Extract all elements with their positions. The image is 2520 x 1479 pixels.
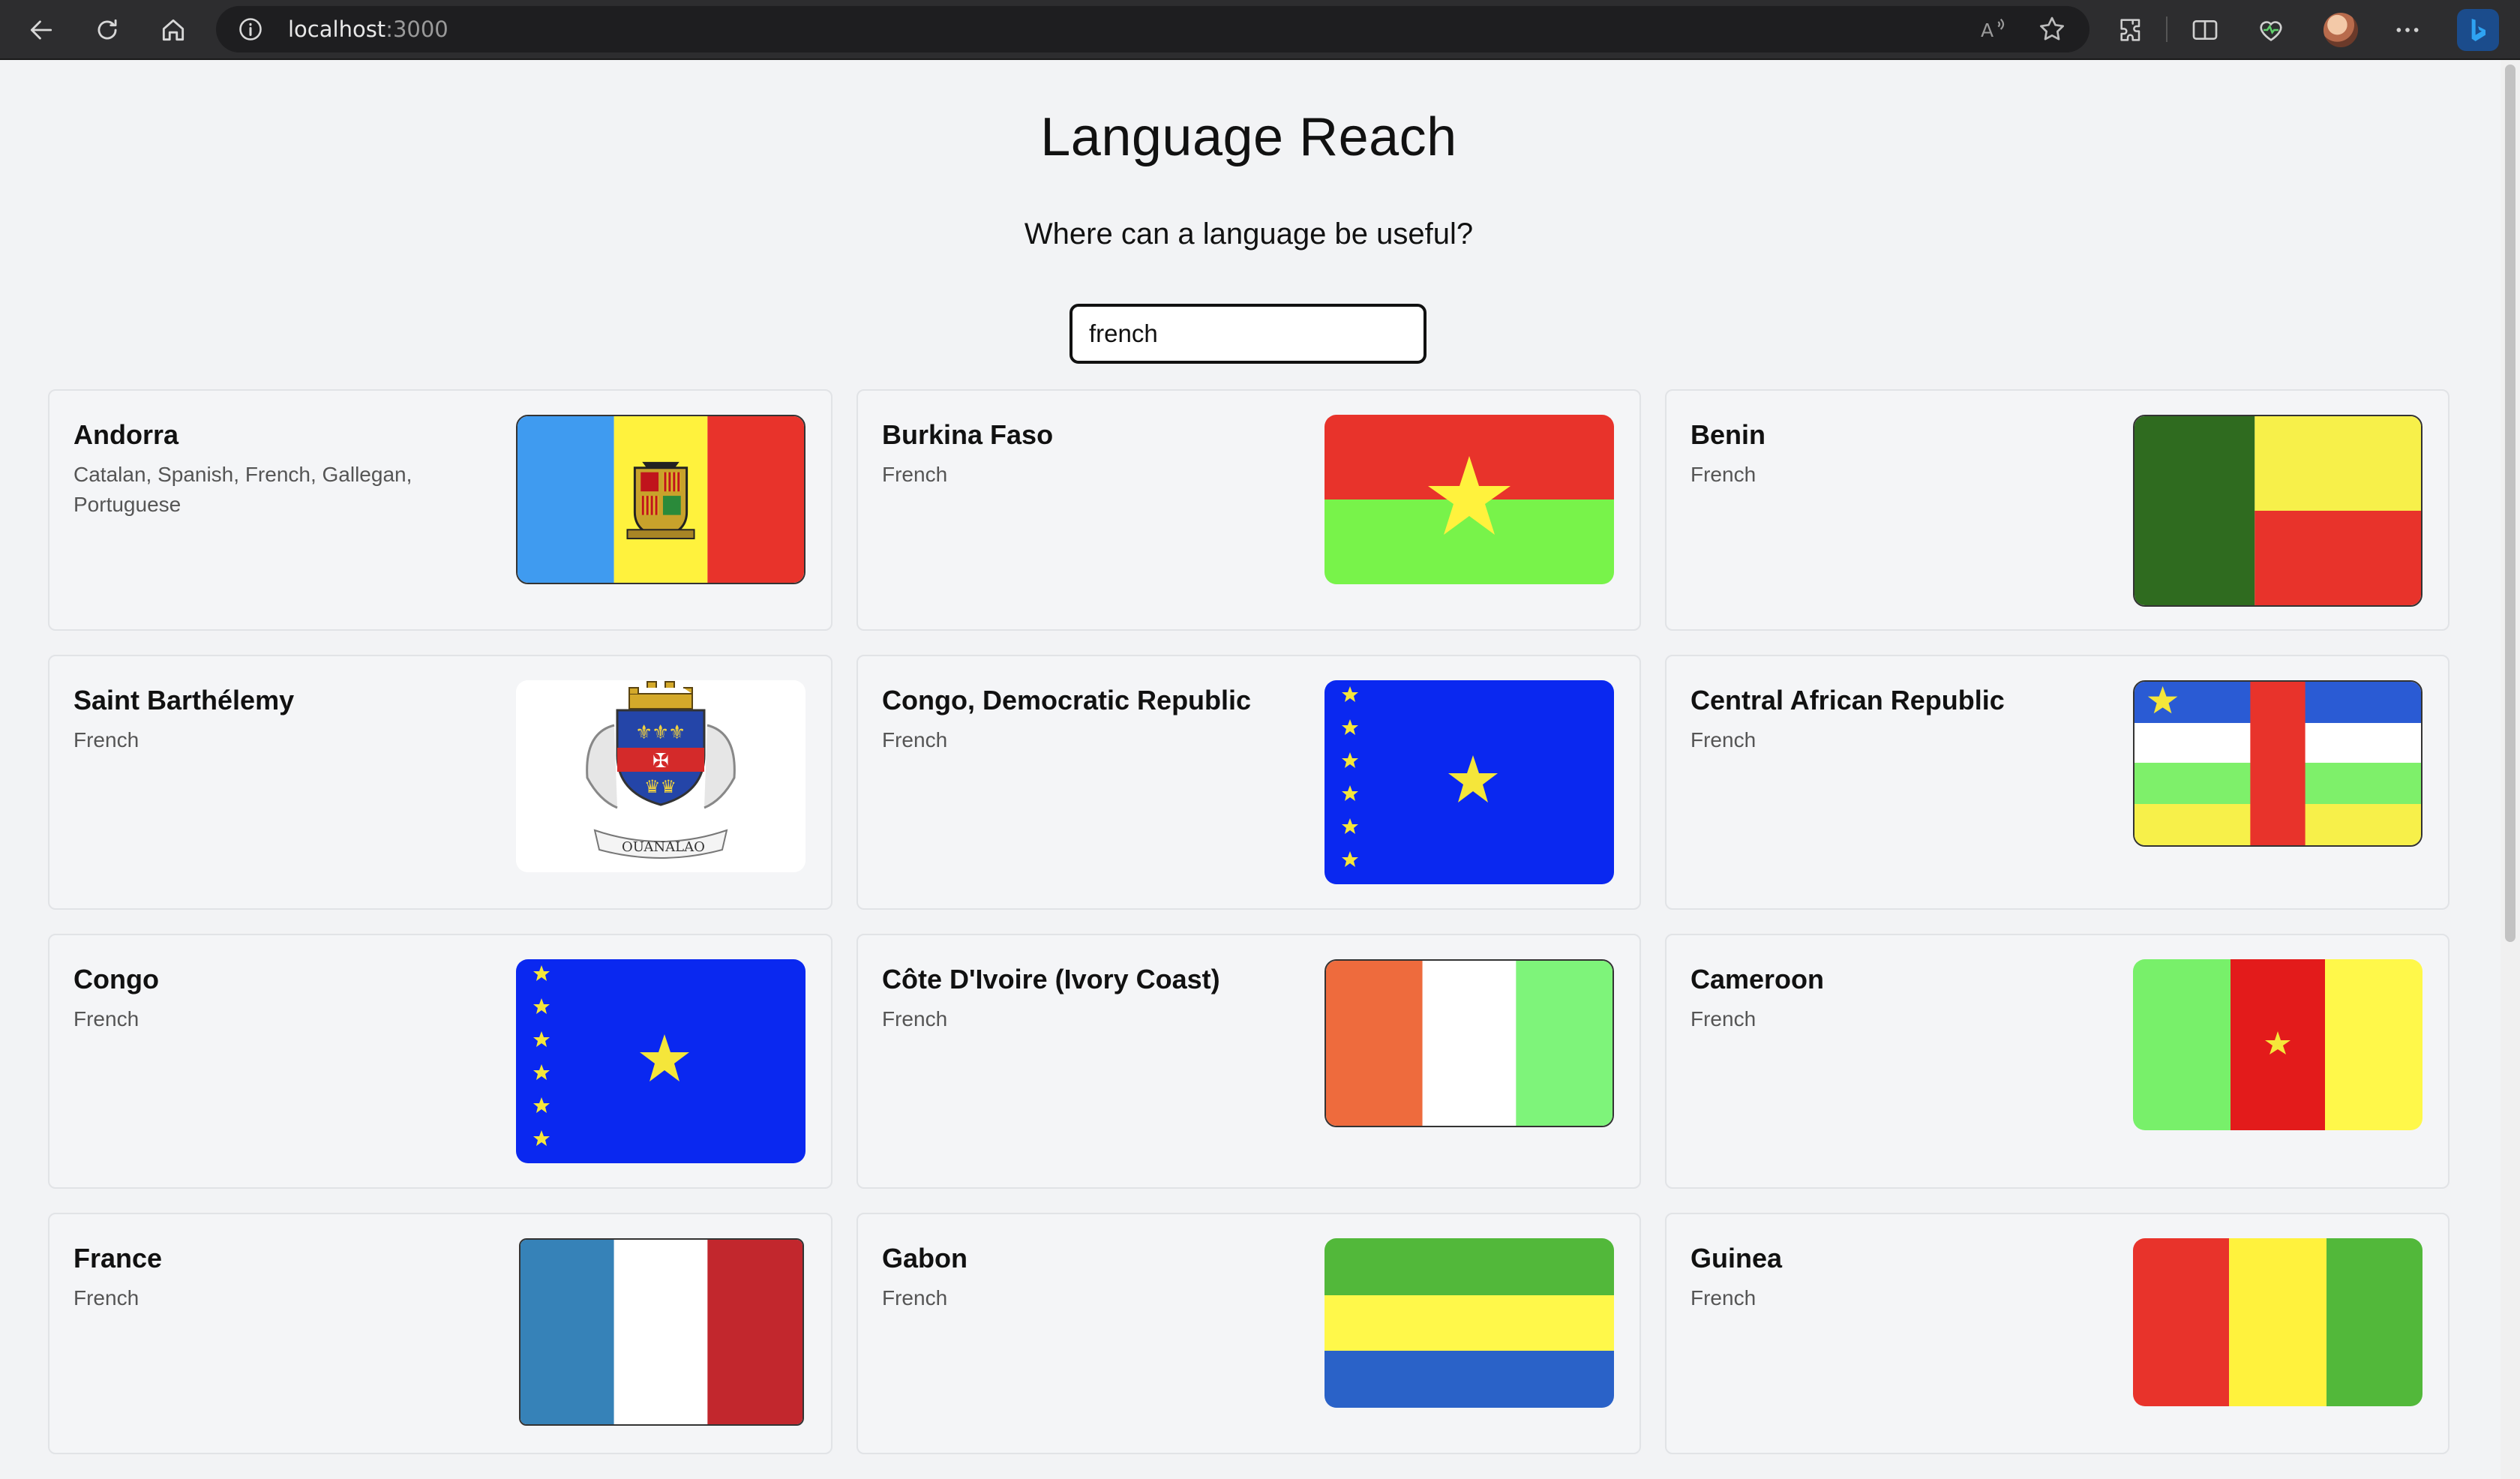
congo-flag	[516, 959, 806, 1163]
car-flag	[2133, 680, 2422, 847]
page-scrollbar-thumb[interactable]	[2505, 64, 2516, 942]
page-subtitle: Where can a language be useful?	[1024, 218, 1474, 250]
svg-text:♛♛: ♛♛	[644, 776, 676, 797]
svg-text:A: A	[1981, 20, 1994, 41]
back-arrow-icon	[30, 20, 52, 40]
country-name: Benin	[1690, 419, 1766, 450]
country-card-central-african-republic[interactable]: Central African Republic French	[1665, 655, 2450, 910]
browser-essentials-icon[interactable]	[2256, 15, 2286, 45]
back-button[interactable]	[21, 10, 62, 50]
country-languages: French	[1690, 1286, 1756, 1310]
extensions-icon[interactable]	[2116, 15, 2146, 45]
country-languages: Catalan, Spanish, French, Gallegan, Port…	[74, 463, 412, 516]
country-name: Guinea	[1690, 1243, 1783, 1274]
bing-logo-icon	[2471, 19, 2486, 41]
country-card-andorra[interactable]: Andorra Catalan, Spanish, French, Galleg…	[48, 389, 832, 631]
country-card-guinea[interactable]: Guinea French	[1665, 1213, 2450, 1454]
country-languages: French	[882, 1007, 948, 1030]
country-card-gabon[interactable]: Gabon French	[856, 1213, 1641, 1454]
svg-text:⚜: ⚜	[668, 722, 686, 744]
country-name: Congo	[74, 964, 159, 994]
benin-flag	[2133, 415, 2422, 607]
country-name: France	[74, 1243, 163, 1274]
split-screen-icon[interactable]	[2190, 15, 2220, 45]
france-flag	[519, 1238, 804, 1426]
country-name: Côte D'Ivoire (Ivory Coast)	[882, 964, 1220, 994]
burkina-faso-flag	[1324, 415, 1614, 584]
country-name: Andorra	[74, 419, 179, 450]
refresh-icon	[98, 19, 117, 40]
country-card-benin[interactable]: Benin French	[1665, 389, 2450, 631]
country-card-france[interactable]: France French	[48, 1213, 832, 1454]
country-name: Saint Barthélemy	[74, 685, 295, 716]
svg-text:OUANALAO: OUANALAO	[622, 839, 705, 855]
browser-toolbar: localhost:3000 A	[0, 0, 2520, 60]
url-text: localhost:3000	[288, 16, 448, 42]
page-title: Language Reach	[1040, 107, 1457, 167]
ivory-coast-flag	[1324, 959, 1614, 1127]
site-info-icon[interactable]	[237, 16, 264, 43]
svg-text:⚜: ⚜	[635, 722, 652, 744]
country-card-burkina-faso[interactable]: Burkina Faso French	[856, 389, 1641, 631]
more-options-icon[interactable]	[2392, 15, 2422, 45]
country-card-ivory-coast[interactable]: Côte D'Ivoire (Ivory Coast) French	[856, 934, 1641, 1189]
guinea-flag	[2133, 1238, 2422, 1406]
address-bar[interactable]: localhost:3000 A	[216, 6, 2090, 52]
home-icon	[162, 19, 184, 41]
gabon-flag	[1324, 1238, 1614, 1408]
country-languages: French	[74, 1007, 140, 1030]
country-name: Gabon	[882, 1243, 968, 1274]
country-card-congo[interactable]: Congo French	[48, 934, 832, 1189]
drc-flag	[1324, 680, 1614, 884]
read-aloud-icon[interactable]: A	[1977, 14, 2007, 44]
country-languages: French	[882, 463, 948, 486]
country-languages: French	[1690, 463, 1756, 486]
country-languages: French	[74, 728, 140, 752]
profile-avatar[interactable]	[2324, 13, 2358, 47]
country-languages: French	[1690, 728, 1756, 752]
svg-text:⚜: ⚜	[652, 722, 669, 744]
country-name: Burkina Faso	[882, 419, 1054, 450]
cameroon-flag	[2133, 959, 2422, 1130]
svg-text:✠: ✠	[652, 750, 669, 772]
country-languages: French	[1690, 1007, 1756, 1030]
country-languages: French	[882, 1286, 948, 1310]
country-languages: French	[882, 728, 948, 752]
favorite-star-icon[interactable]	[2037, 14, 2067, 44]
home-button[interactable]	[153, 10, 194, 50]
country-name: Congo, Democratic Republic	[882, 685, 1252, 716]
country-languages: French	[74, 1286, 140, 1310]
language-search-input[interactable]	[1070, 304, 1426, 364]
country-name: Cameroon	[1690, 964, 1825, 994]
toolbar-divider	[2166, 16, 2168, 42]
andorra-flag	[516, 415, 806, 584]
copilot-button[interactable]	[2457, 9, 2499, 51]
country-card-congo-democratic-republic[interactable]: Congo, Democratic Republic French	[856, 655, 1641, 910]
saint-barthelemy-flag: ⚜ ⚜ ⚜ ✠ ♛♛ OUANALAO	[516, 680, 806, 872]
country-card-cameroon[interactable]: Cameroon French	[1665, 934, 2450, 1189]
country-name: Central African Republic	[1690, 685, 2005, 716]
refresh-button[interactable]	[87, 10, 128, 50]
country-card-saint-barthelemy[interactable]: Saint Barthélemy French ⚜ ⚜ ⚜ ✠ ♛♛ OUANA…	[48, 655, 832, 910]
